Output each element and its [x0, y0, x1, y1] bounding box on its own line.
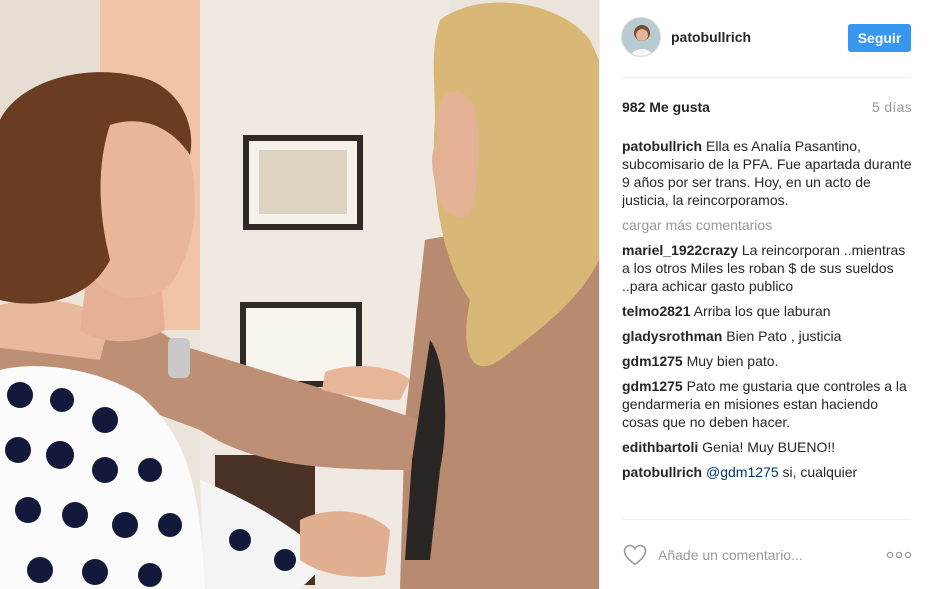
- comment-text: Arriba los que laburan: [690, 303, 831, 319]
- heart-outline-icon[interactable]: [623, 544, 647, 566]
- avatar[interactable]: [621, 17, 661, 57]
- comment-item: mariel_1922crazy La reincorporan ..mient…: [622, 241, 914, 295]
- add-comment-input[interactable]: [658, 544, 868, 566]
- post-photo[interactable]: [0, 0, 599, 589]
- more-options-glyph: [886, 551, 912, 559]
- post-username[interactable]: patobullrich: [671, 29, 751, 45]
- heart-outline-glyph: [623, 544, 647, 566]
- follow-button[interactable]: Seguir: [848, 24, 911, 52]
- comment-item: gladysrothman Bien Pato , justicia: [622, 327, 914, 345]
- comment-item: patobullrich @gdm1275 si, cualquier: [622, 463, 914, 481]
- more-options-icon[interactable]: [885, 547, 913, 563]
- instagram-post: patobullrich Seguir 982 Me gusta 5 días …: [0, 0, 933, 589]
- comment-text: si, cualquier: [778, 464, 858, 480]
- comment-author[interactable]: edithbartoli: [622, 439, 698, 455]
- comment-text: Muy bien pato.: [682, 353, 779, 369]
- caption: patobullrich Ella es Analía Pasantino, s…: [622, 137, 914, 209]
- comment-author[interactable]: mariel_1922crazy: [622, 242, 738, 258]
- comment-bar: [600, 520, 933, 589]
- avatar-image: [622, 18, 660, 56]
- post-sidebar: patobullrich Seguir 982 Me gusta 5 días …: [599, 0, 933, 589]
- photo-illustration: [0, 0, 599, 589]
- comment-item: gdm1275 Pato me gustaria que controles a…: [622, 377, 914, 431]
- post-age[interactable]: 5 días: [872, 99, 912, 115]
- comment-item: gdm1275 Muy bien pato.: [622, 352, 914, 370]
- comment-item: edithbartoli Genia! Muy BUENO!!: [622, 438, 914, 456]
- post-stats: 982 Me gusta 5 días: [622, 99, 912, 119]
- comment-author[interactable]: patobullrich: [622, 464, 702, 480]
- comment-author[interactable]: patobullrich: [622, 138, 702, 154]
- divider: [622, 77, 911, 78]
- comment-mention[interactable]: @gdm1275: [706, 464, 779, 480]
- load-more-comments[interactable]: cargar más comentarios: [622, 216, 914, 234]
- comment-author[interactable]: gdm1275: [622, 353, 683, 369]
- comment-text: Genia! Muy BUENO!!: [698, 439, 836, 455]
- comment-author[interactable]: gdm1275: [622, 378, 683, 394]
- post-header: patobullrich Seguir: [600, 0, 933, 78]
- comment-text: Bien Pato , justicia: [722, 328, 842, 344]
- comment-author[interactable]: gladysrothman: [622, 328, 722, 344]
- comment-author[interactable]: telmo2821: [622, 303, 690, 319]
- likes-count[interactable]: 982 Me gusta: [622, 99, 710, 115]
- comment-item: telmo2821 Arriba los que laburan: [622, 302, 914, 320]
- comments-list[interactable]: patobullrich Ella es Analía Pasantino, s…: [622, 137, 914, 519]
